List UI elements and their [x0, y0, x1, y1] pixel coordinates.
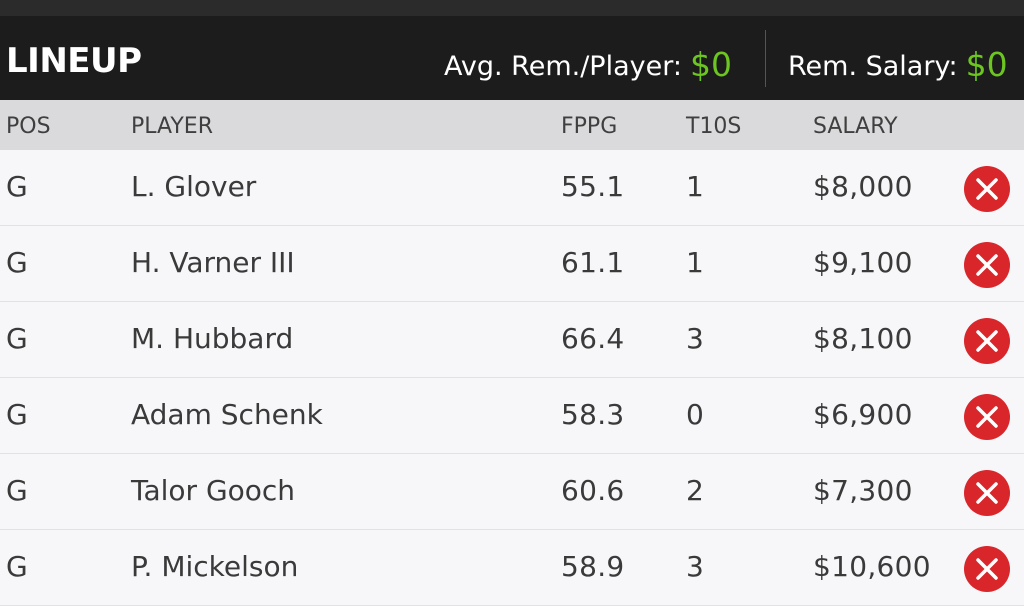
lineup-header: LINEUP Avg. Rem./Player: $0 Rem. Salary: $…	[0, 16, 1024, 100]
lineup-table: G L. Glover 55.1 1 $8,000 G H. Varner II…	[0, 150, 1024, 606]
column-header-t10s[interactable]: T10S	[686, 114, 741, 139]
column-header-pos[interactable]: POS	[6, 114, 51, 139]
remove-player-button[interactable]	[964, 470, 1010, 516]
table-row: G L. Glover 55.1 1 $8,000	[0, 150, 1024, 226]
header-divider	[765, 30, 766, 87]
top-strip	[0, 0, 1024, 16]
remove-player-button[interactable]	[964, 394, 1010, 440]
close-circle-icon	[976, 406, 998, 428]
table-row: G Adam Schenk 58.3 0 $6,900	[0, 378, 1024, 454]
row-salary: $8,100	[813, 322, 913, 355]
column-header-row: POS PLAYER FPPG T10S SALARY	[0, 100, 1024, 150]
lineup-title: LINEUP	[6, 41, 142, 81]
row-salary: $7,300	[813, 474, 913, 507]
close-circle-icon	[976, 178, 998, 200]
table-row: G H. Varner III 61.1 1 $9,100	[0, 226, 1024, 302]
row-salary: $9,100	[813, 246, 913, 279]
row-fppg: 66.4	[561, 322, 625, 355]
row-player-name[interactable]: H. Varner III	[131, 246, 295, 279]
row-fppg: 58.9	[561, 550, 625, 583]
row-t10s: 3	[686, 550, 705, 583]
row-fppg: 58.3	[561, 398, 625, 431]
column-header-salary[interactable]: SALARY	[813, 114, 898, 139]
table-row: G Talor Gooch 60.6 2 $7,300	[0, 454, 1024, 530]
avg-remaining-value: $0	[689, 45, 732, 84]
row-fppg: 55.1	[561, 170, 625, 203]
remove-player-button[interactable]	[964, 546, 1010, 592]
row-salary: $8,000	[813, 170, 913, 203]
row-player-name[interactable]: P. Mickelson	[131, 550, 298, 583]
row-t10s: 3	[686, 322, 705, 355]
close-circle-icon	[976, 558, 998, 580]
row-pos: G	[6, 474, 28, 507]
row-player-name[interactable]: L. Glover	[131, 170, 256, 203]
table-row: G M. Hubbard 66.4 3 $8,100	[0, 302, 1024, 378]
column-header-player[interactable]: PLAYER	[131, 114, 213, 139]
row-pos: G	[6, 398, 28, 431]
row-player-name[interactable]: M. Hubbard	[131, 322, 293, 355]
row-player-name[interactable]: Talor Gooch	[131, 474, 295, 507]
row-t10s: 1	[686, 170, 705, 203]
column-header-fppg[interactable]: FPPG	[561, 114, 617, 139]
remove-player-button[interactable]	[964, 318, 1010, 364]
row-pos: G	[6, 170, 28, 203]
avg-remaining-per-player: Avg. Rem./Player: $0	[444, 44, 732, 84]
row-fppg: 61.1	[561, 246, 625, 279]
close-circle-icon	[976, 330, 998, 352]
row-salary: $6,900	[813, 398, 913, 431]
remove-player-button[interactable]	[964, 242, 1010, 288]
remaining-salary-label: Rem. Salary:	[788, 51, 958, 82]
remaining-salary-value: $0	[965, 45, 1008, 84]
row-t10s: 2	[686, 474, 705, 507]
remaining-salary: Rem. Salary: $0	[788, 44, 1008, 84]
row-salary: $10,600	[813, 550, 931, 583]
remove-player-button[interactable]	[964, 166, 1010, 212]
row-t10s: 1	[686, 246, 705, 279]
row-pos: G	[6, 550, 28, 583]
table-row: G P. Mickelson 58.9 3 $10,600	[0, 530, 1024, 606]
avg-remaining-label: Avg. Rem./Player:	[444, 51, 682, 82]
row-fppg: 60.6	[561, 474, 625, 507]
row-t10s: 0	[686, 398, 705, 431]
row-pos: G	[6, 246, 28, 279]
row-player-name[interactable]: Adam Schenk	[131, 398, 323, 431]
close-circle-icon	[976, 254, 998, 276]
close-circle-icon	[976, 482, 998, 504]
row-pos: G	[6, 322, 28, 355]
